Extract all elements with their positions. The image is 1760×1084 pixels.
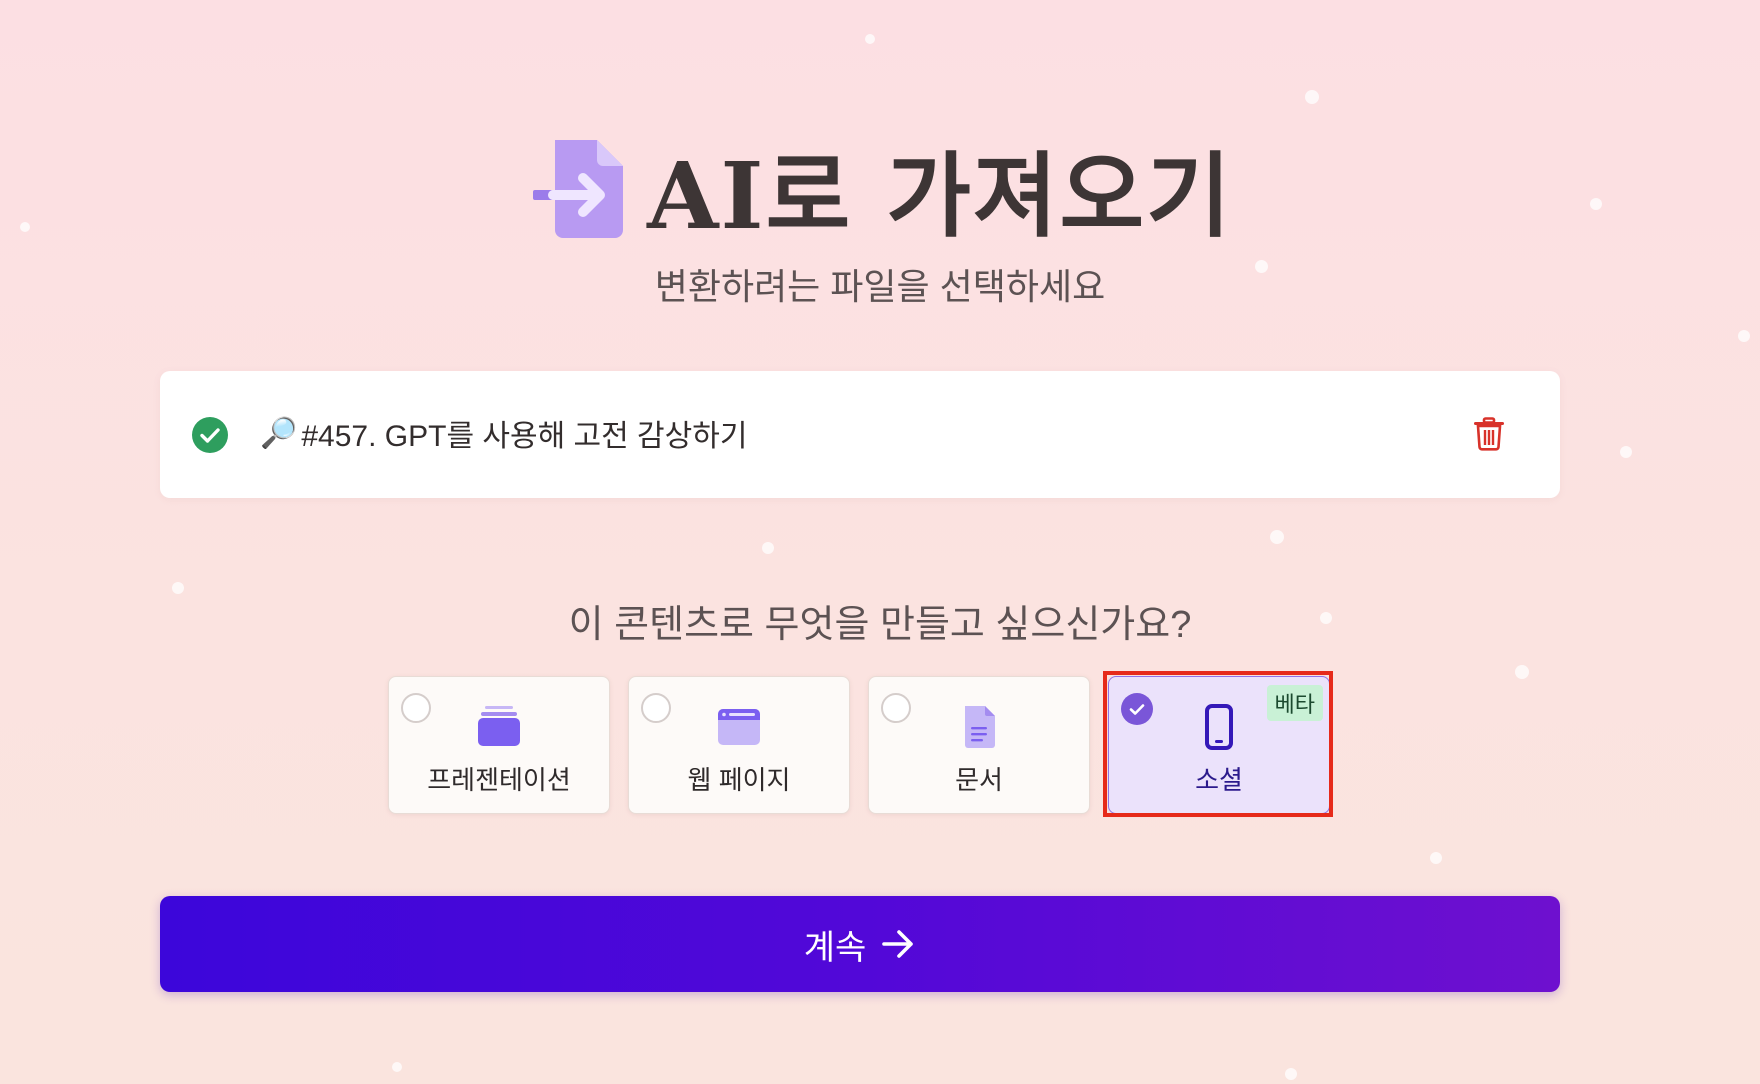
selected-file-card: 🔎 #457. GPT를 사용해 고전 감상하기 <box>160 371 1560 498</box>
option-document[interactable]: 문서 <box>868 676 1090 814</box>
webpage-icon <box>718 709 760 745</box>
output-type-question: 이 콘텐츠로 무엇을 만들고 싶으신가요? <box>568 604 1192 646</box>
continue-label: 계속 <box>803 928 867 967</box>
option-social[interactable]: 베타 소셜 <box>1103 671 1333 817</box>
page-header: AI로 가져오기 <box>0 122 1760 255</box>
option-label: 프레젠테이션 <box>427 765 571 795</box>
check-radio-icon[interactable] <box>1121 693 1153 725</box>
file-import-icon <box>533 139 624 238</box>
mobile-icon <box>1205 704 1233 750</box>
radio-button[interactable] <box>641 693 671 723</box>
trash-icon[interactable] <box>1474 417 1504 451</box>
check-circle-icon <box>192 417 228 453</box>
option-label: 소셜 <box>1195 765 1243 795</box>
continue-button[interactable]: 계속 <box>160 896 1560 992</box>
option-label: 문서 <box>955 765 1003 795</box>
radio-button[interactable] <box>401 693 431 723</box>
presentation-icon <box>478 706 520 746</box>
output-type-options: 프레젠테이션 웹 페이지 문서 베타 소셜 <box>388 671 1333 817</box>
option-label: 웹 페이지 <box>687 765 791 795</box>
file-title-text: #457. GPT를 사용해 고전 감상하기 <box>301 420 748 453</box>
option-presentation[interactable]: 프레젠테이션 <box>388 676 610 814</box>
beta-badge: 베타 <box>1266 685 1323 721</box>
page-title: AI로 가져오기 <box>647 142 1233 250</box>
arrow-right-icon <box>882 930 914 958</box>
file-title: 🔎 #457. GPT를 사용해 고전 감상하기 <box>260 411 747 455</box>
page-subtitle: 변환하려는 파일을 선택하세요 <box>654 266 1106 307</box>
magnifier-emoji: 🔎 <box>260 416 298 450</box>
document-icon <box>965 706 995 748</box>
option-webpage[interactable]: 웹 페이지 <box>628 676 850 814</box>
radio-button[interactable] <box>881 693 911 723</box>
